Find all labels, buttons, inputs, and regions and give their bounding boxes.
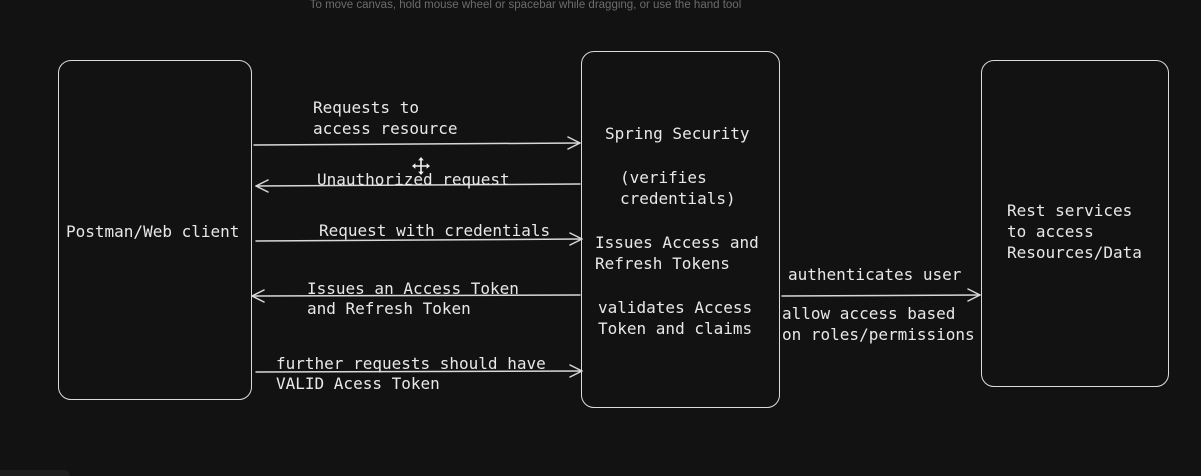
edge-label-request-resource-2: access resource [313,119,458,138]
edge-label-further-requests-2: VALID Acess Token [276,374,440,393]
spring-security-title: Spring Security [605,124,750,143]
edge-label-with-credentials: Request with credentials [319,221,551,240]
rest-services-label-1: Rest services [1007,201,1133,220]
toolbar-corner[interactable] [0,470,70,476]
edge-label-allow-access-2: on roles/permissions [782,325,975,344]
edge-label-further-requests-1: further requests should have [276,354,546,373]
edge-label-allow-access-1: allow access based [782,304,956,323]
rest-services-label-3: Resources/Data [1007,243,1142,262]
edge-label-authenticates: authenticates user [788,265,962,284]
spring-security-validates-2: Token and claims [598,319,753,338]
spring-security-issues-1: Issues Access and [595,233,759,252]
edge-label-issues-token-2: and Refresh Token [307,299,471,318]
client-label: Postman/Web client [66,222,240,241]
move-cursor-icon [412,157,430,175]
edge-label-issues-token-1: Issues an Access Token [307,279,519,298]
spring-security-verifies-1: (verifies [620,168,707,187]
arrow-authenticates[interactable] [781,288,981,302]
spring-security-verifies-2: credentials) [620,189,736,208]
rest-services-label-2: to access [1007,222,1094,241]
edge-label-request-resource-1: Requests to [313,98,419,117]
spring-security-issues-2: Refresh Tokens [595,254,730,273]
spring-security-validates-1: validates Access [598,298,753,317]
